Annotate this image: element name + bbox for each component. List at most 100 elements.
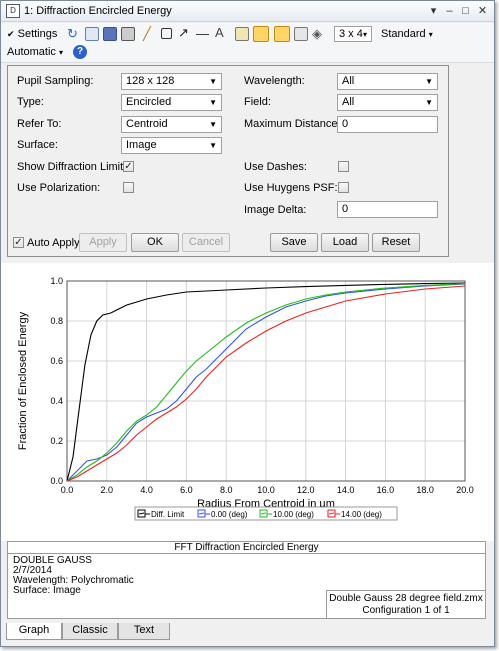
y-tick-label: 0.0 [50, 476, 63, 486]
surface-select[interactable]: Image ▼ [121, 137, 222, 154]
layout-value: 3 x 4 [339, 28, 363, 40]
settings-panel: Pupil Sampling: 128 x 128 ▼ Type: Encirc… [7, 65, 449, 257]
x-tick-label: 20.0 [456, 485, 474, 495]
x-tick-label: 18.0 [416, 485, 434, 495]
window-icon: D [6, 4, 20, 18]
use-polarization-checkbox[interactable] [123, 182, 134, 193]
legend-label-1: 0.00 (deg) [211, 510, 248, 519]
chevron-down-icon: ▼ [425, 77, 433, 86]
use-huygens-psf-checkbox[interactable] [338, 182, 349, 193]
y-tick-label: 0.6 [50, 356, 63, 366]
y-tick-label: 1.0 [50, 276, 63, 286]
load-button[interactable]: Load [321, 233, 369, 252]
dropdown-icon[interactable]: ▾ [426, 4, 441, 18]
file-info: Double Gauss 28 degree field.zmx Configu… [326, 590, 485, 618]
pupil-sampling-label: Pupil Sampling: [17, 75, 94, 87]
show-diffraction-limit-label: Show Diffraction Limit: [17, 161, 127, 173]
chevron-down-icon: ▼ [209, 120, 217, 129]
field-select[interactable]: All ▼ [337, 94, 438, 111]
print-icon[interactable] [121, 27, 135, 41]
view-tabs: Graph Classic Text [1, 622, 494, 646]
maximum-distance-input[interactable]: 0 [337, 116, 438, 133]
chevron-down-icon: ✔ [7, 29, 15, 39]
clipboard-icon[interactable] [294, 27, 308, 41]
y-tick-label: 0.8 [50, 316, 63, 326]
tab-text[interactable]: Text [118, 623, 170, 640]
tab-classic[interactable]: Classic [62, 623, 118, 640]
use-dashes-checkbox[interactable] [338, 161, 349, 172]
x-tick-label: 16.0 [377, 485, 395, 495]
check-icon: ✓ [14, 237, 23, 248]
apply-button[interactable]: Apply [79, 233, 127, 252]
rectangle-icon[interactable] [161, 28, 172, 39]
standard-label: Standard [381, 28, 426, 40]
toolbar: ✔ Settings ↻ ╱ ↗ — A ◈ 3 x 4 ▾ Standard … [1, 23, 494, 63]
layout-select[interactable]: 3 x 4 ▾ [334, 26, 372, 42]
use-polarization-label: Use Polarization: [17, 182, 101, 194]
pupil-sampling-select[interactable]: 128 x 128 ▼ [121, 73, 222, 90]
grid-layout-icon[interactable] [253, 26, 269, 42]
wavelength-value: All [342, 75, 355, 87]
save-button[interactable]: Save [270, 233, 318, 252]
type-select[interactable]: Encircled ▼ [121, 94, 222, 111]
tab-graph[interactable]: Graph [6, 623, 62, 640]
arrow-icon[interactable]: ↗ [178, 26, 192, 40]
y-tick-label: 0.2 [50, 436, 63, 446]
analysis-window: D 1: Diffraction Encircled Energy ▾ – □ … [0, 0, 495, 647]
chevron-down-icon: ▼ [425, 98, 433, 107]
chevron-down-icon: ▾ [428, 30, 433, 39]
pencil-icon[interactable]: ╱ [143, 27, 157, 41]
wavelength-select[interactable]: All ▼ [337, 73, 438, 90]
surface-label: Surface: [17, 139, 58, 151]
refer-to-value: Centroid [126, 118, 168, 130]
auto-apply-label: Auto Apply [27, 237, 80, 249]
info-block: FFT Diffraction Encircled Energy DOUBLE … [7, 541, 486, 619]
x-tick-label: 10.0 [257, 485, 275, 495]
close-icon[interactable]: ✕ [475, 4, 490, 18]
layers-icon[interactable]: ◈ [312, 27, 326, 41]
reset-button[interactable]: Reset [372, 233, 420, 252]
x-tick-label: 14.0 [337, 485, 355, 495]
use-huygens-psf-label: Use Huygens PSF: [244, 182, 338, 194]
maximize-icon[interactable]: □ [458, 4, 473, 18]
image-delta-input[interactable]: 0 [337, 201, 438, 218]
surface-value: Image [126, 139, 157, 151]
refer-to-label: Refer To: [17, 118, 62, 130]
x-tick-label: 12.0 [297, 485, 315, 495]
settings-button[interactable]: ✔ Settings [7, 25, 57, 43]
y-tick-label: 0.4 [50, 396, 63, 406]
type-value: Encircled [126, 96, 172, 108]
minimize-icon[interactable]: – [442, 4, 457, 18]
refresh-icon[interactable]: ↻ [67, 27, 81, 41]
info-title: FFT Diffraction Encircled Energy [8, 542, 485, 554]
cancel-button[interactable]: Cancel [182, 233, 230, 252]
automatic-menu[interactable]: Automatic ▾ [7, 43, 63, 61]
chevron-down-icon: ▼ [209, 98, 217, 107]
refer-to-select[interactable]: Centroid ▼ [121, 116, 222, 133]
lock-icon[interactable] [235, 27, 249, 41]
wavelength-label: Wavelength: [244, 75, 305, 87]
check-icon: ✓ [124, 161, 133, 172]
info-line: Surface: Image [13, 585, 81, 596]
line-icon[interactable]: — [196, 27, 210, 41]
save-icon[interactable] [103, 27, 117, 41]
x-tick-label: 8.0 [220, 485, 233, 495]
title-bar[interactable]: D 1: Diffraction Encircled Energy ▾ – □ … [1, 1, 494, 22]
auto-apply-checkbox[interactable]: ✓ [13, 237, 24, 248]
settings-label: Settings [17, 28, 58, 40]
legend-label-0: Diff. Limit [151, 510, 185, 519]
chevron-down-icon: ▾ [58, 48, 63, 57]
field-label: Field: [244, 96, 271, 108]
show-diffraction-limit-checkbox[interactable]: ✓ [123, 161, 134, 172]
copy-icon[interactable] [85, 27, 99, 41]
standard-menu[interactable]: Standard ▾ [381, 25, 433, 43]
automatic-label: Automatic [7, 46, 56, 58]
active-cursor-icon[interactable] [274, 26, 290, 42]
help-icon[interactable]: ? [73, 45, 87, 59]
ok-button[interactable]: OK [131, 233, 179, 252]
use-dashes-label: Use Dashes: [244, 161, 307, 173]
x-tick-label: 2.0 [101, 485, 114, 495]
maximum-distance-label: Maximum Distance: [244, 118, 341, 130]
legend-label-2: 10.00 (deg) [273, 510, 314, 519]
text-icon[interactable]: A [215, 26, 229, 40]
